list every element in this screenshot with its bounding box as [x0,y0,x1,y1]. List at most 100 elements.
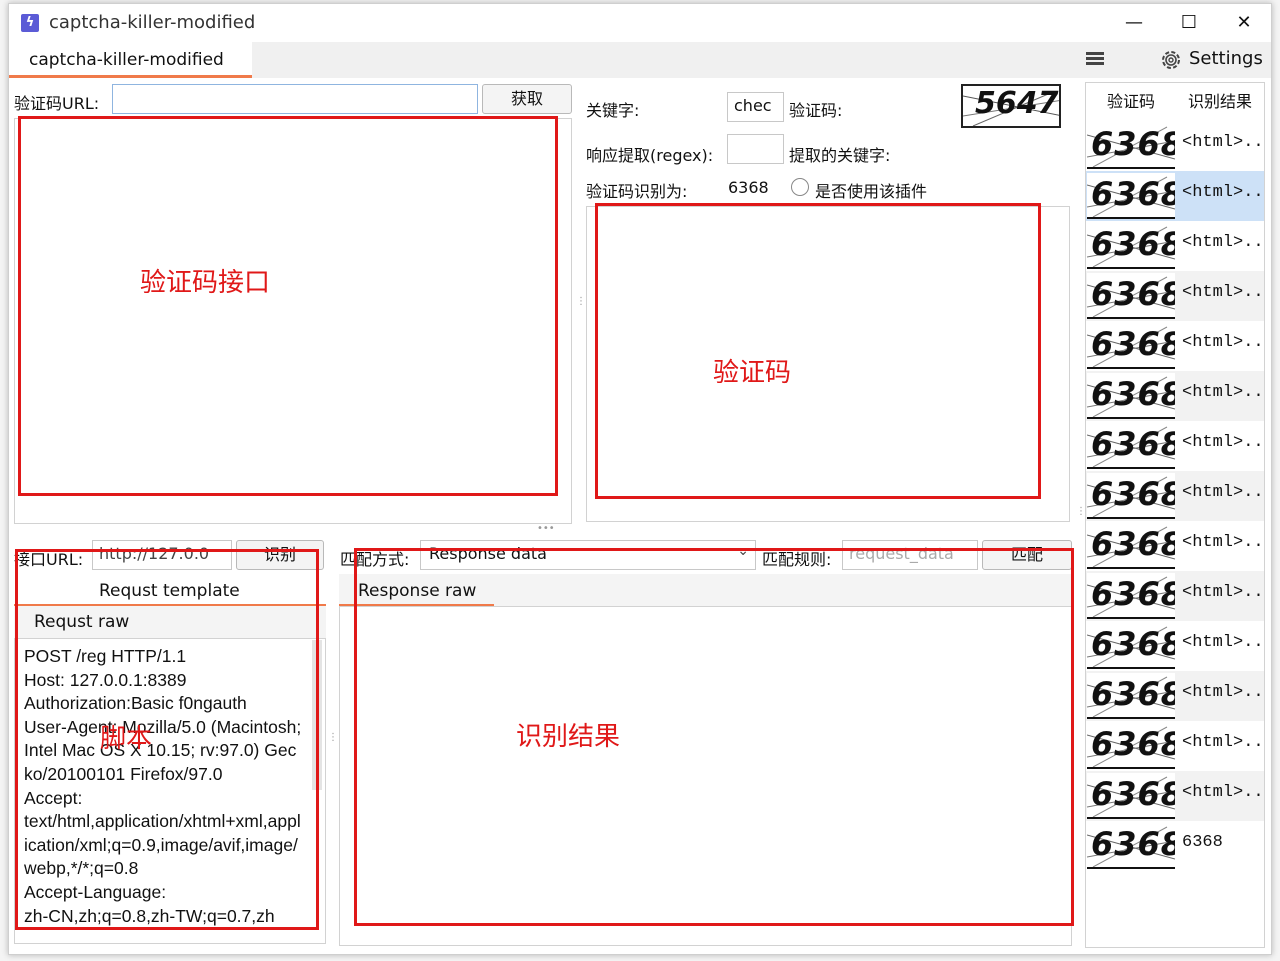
regex-label: 响应提取(regex): [586,146,714,165]
history-row[interactable]: 6368 <html>... [1086,321,1264,371]
history-captcha-image: 6368 [1087,773,1175,819]
history-captcha-digits: 6368 [1091,775,1175,813]
history-captcha-digits: 6368 [1091,725,1175,763]
history-result-text: <html>... [1182,133,1265,152]
history-result-text: <html>... [1182,283,1265,302]
history-captcha-image: 6368 [1087,373,1175,419]
app-lightning-icon: ϟ [21,14,39,32]
history-row[interactable]: 6368 6368 [1086,821,1264,871]
history-result-text: <html>... [1182,683,1265,702]
history-captcha-image: 6368 [1087,123,1175,169]
history-row[interactable]: 6368 <html>... [1086,371,1264,421]
maximize-button[interactable]: ☐ [1164,8,1214,38]
history-row[interactable]: 6368 <html>... [1086,121,1264,171]
history-captcha-digits: 6368 [1091,575,1175,613]
tab-bar: captcha-killer-modified Settings [9,42,1271,78]
history-captcha-image: 6368 [1087,173,1175,219]
history-result-text: <html>... [1182,733,1265,752]
recognized-as-label: 验证码识别为: [586,182,688,201]
history-row[interactable]: 6368 <html>... [1086,721,1264,771]
history-row[interactable]: 6368 <html>... [1086,671,1264,721]
title-bar: ϟ captcha-killer-modified — ☐ ✕ [9,4,1271,42]
annotation-box-recognition-result [354,548,1074,926]
history-captcha-digits: 6368 [1091,175,1175,213]
annotation-box-script [15,549,319,930]
history-result-text: <html>... [1182,633,1265,652]
history-captcha-image: 6368 [1087,573,1175,619]
history-captcha-digits: 6368 [1091,425,1175,463]
gear-icon[interactable] [1159,48,1183,72]
history-result-text: <html>... [1182,433,1265,452]
history-result-text: 6368 [1182,833,1223,852]
history-captcha-image: 6368 [1087,523,1175,569]
close-button[interactable]: ✕ [1219,8,1269,38]
history-row[interactable]: 6368 <html>... [1086,271,1264,321]
history-row[interactable]: 6368 <html>... [1086,571,1264,621]
fetch-button[interactable]: 获取 [482,84,572,114]
history-row[interactable]: 6368 <html>... [1086,771,1264,821]
captcha-url-label: 验证码URL: [14,94,100,113]
history-captcha-digits: 6368 [1091,225,1175,263]
annotation-recognition-result: 识别结果 [516,722,621,752]
history-captcha-digits: 6368 [1091,625,1175,663]
annotation-captcha-interface: 验证码接口 [140,268,271,298]
captcha-label: 验证码: [789,101,843,120]
regex-input[interactable] [727,134,784,164]
history-result-text: <html>... [1182,333,1265,352]
extracted-keyword-label: 提取的关键字: [789,146,891,165]
history-row[interactable]: 6368 <html>... [1086,621,1264,671]
annotation-script: 脚本 [100,724,153,754]
history-captcha-digits: 6368 [1091,525,1175,563]
history-row[interactable]: 6368 <html>... [1086,471,1264,521]
keyword-input[interactable]: chec [727,92,784,122]
captcha-url-input[interactable] [112,84,478,114]
history-captcha-image: 6368 [1087,823,1175,869]
history-result-text: <html>... [1182,533,1265,552]
history-captcha-image: 6368 [1087,223,1175,269]
history-result-text: <html>... [1182,383,1265,402]
history-row[interactable]: 6368 <html>... [1086,421,1264,471]
annotation-captcha: 验证码 [713,358,792,388]
history-captcha-image: 6368 [1087,623,1175,669]
history-col-result[interactable]: 识别结果 [1176,83,1264,121]
history-captcha-image: 6368 [1087,273,1175,319]
use-plugin-radio[interactable] [791,178,809,196]
history-table: 验证码 识别结果 6368 <html>... 6368 <html>... 6368 <… [1085,82,1265,948]
tab-captcha-killer[interactable]: captcha-killer-modified [9,42,252,78]
captcha-image: 5647 [961,84,1061,128]
history-captcha-image: 6368 [1087,723,1175,769]
history-captcha-digits: 6368 [1091,125,1175,163]
history-col-captcha[interactable]: 验证码 [1086,83,1176,121]
history-row[interactable]: 6368 <html>... [1086,171,1264,221]
settings-button[interactable]: Settings [1189,48,1263,69]
history-captcha-digits: 6368 [1091,325,1175,363]
history-captcha-digits: 6368 [1091,375,1175,413]
annotation-box-captcha [595,203,1041,499]
menu-icon[interactable] [1086,52,1104,66]
history-row[interactable]: 6368 <html>... [1086,521,1264,571]
history-captcha-image: 6368 [1087,323,1175,369]
history-captcha-image: 6368 [1087,423,1175,469]
history-result-text: <html>... [1182,783,1265,802]
history-captcha-image: 6368 [1087,673,1175,719]
use-plugin-label: 是否使用该插件 [815,182,928,201]
history-result-text: <html>... [1182,183,1265,202]
window-title: captcha-killer-modified [49,12,256,33]
history-captcha-image: 6368 [1087,473,1175,519]
horizontal-splitter[interactable]: ••• [537,523,555,534]
history-result-text: <html>... [1182,583,1265,602]
history-result-text: <html>... [1182,483,1265,502]
captcha-digits: 5647 [975,86,1059,121]
keyword-label: 关键字: [586,101,640,120]
annotation-box-captcha-interface [18,116,558,496]
history-captcha-digits: 6368 [1091,275,1175,313]
history-result-text: <html>... [1182,233,1265,252]
history-row[interactable]: 6368 <html>... [1086,221,1264,271]
vertical-splitter[interactable]: ⋮ [576,296,586,307]
history-captcha-digits: 6368 [1091,475,1175,513]
recognized-value: 6368 [728,178,769,197]
minimize-button[interactable]: — [1109,8,1159,38]
bottom-vertical-splitter[interactable]: ⋮ [328,732,338,743]
history-captcha-digits: 6368 [1091,675,1175,713]
history-captcha-digits: 6368 [1091,825,1175,863]
